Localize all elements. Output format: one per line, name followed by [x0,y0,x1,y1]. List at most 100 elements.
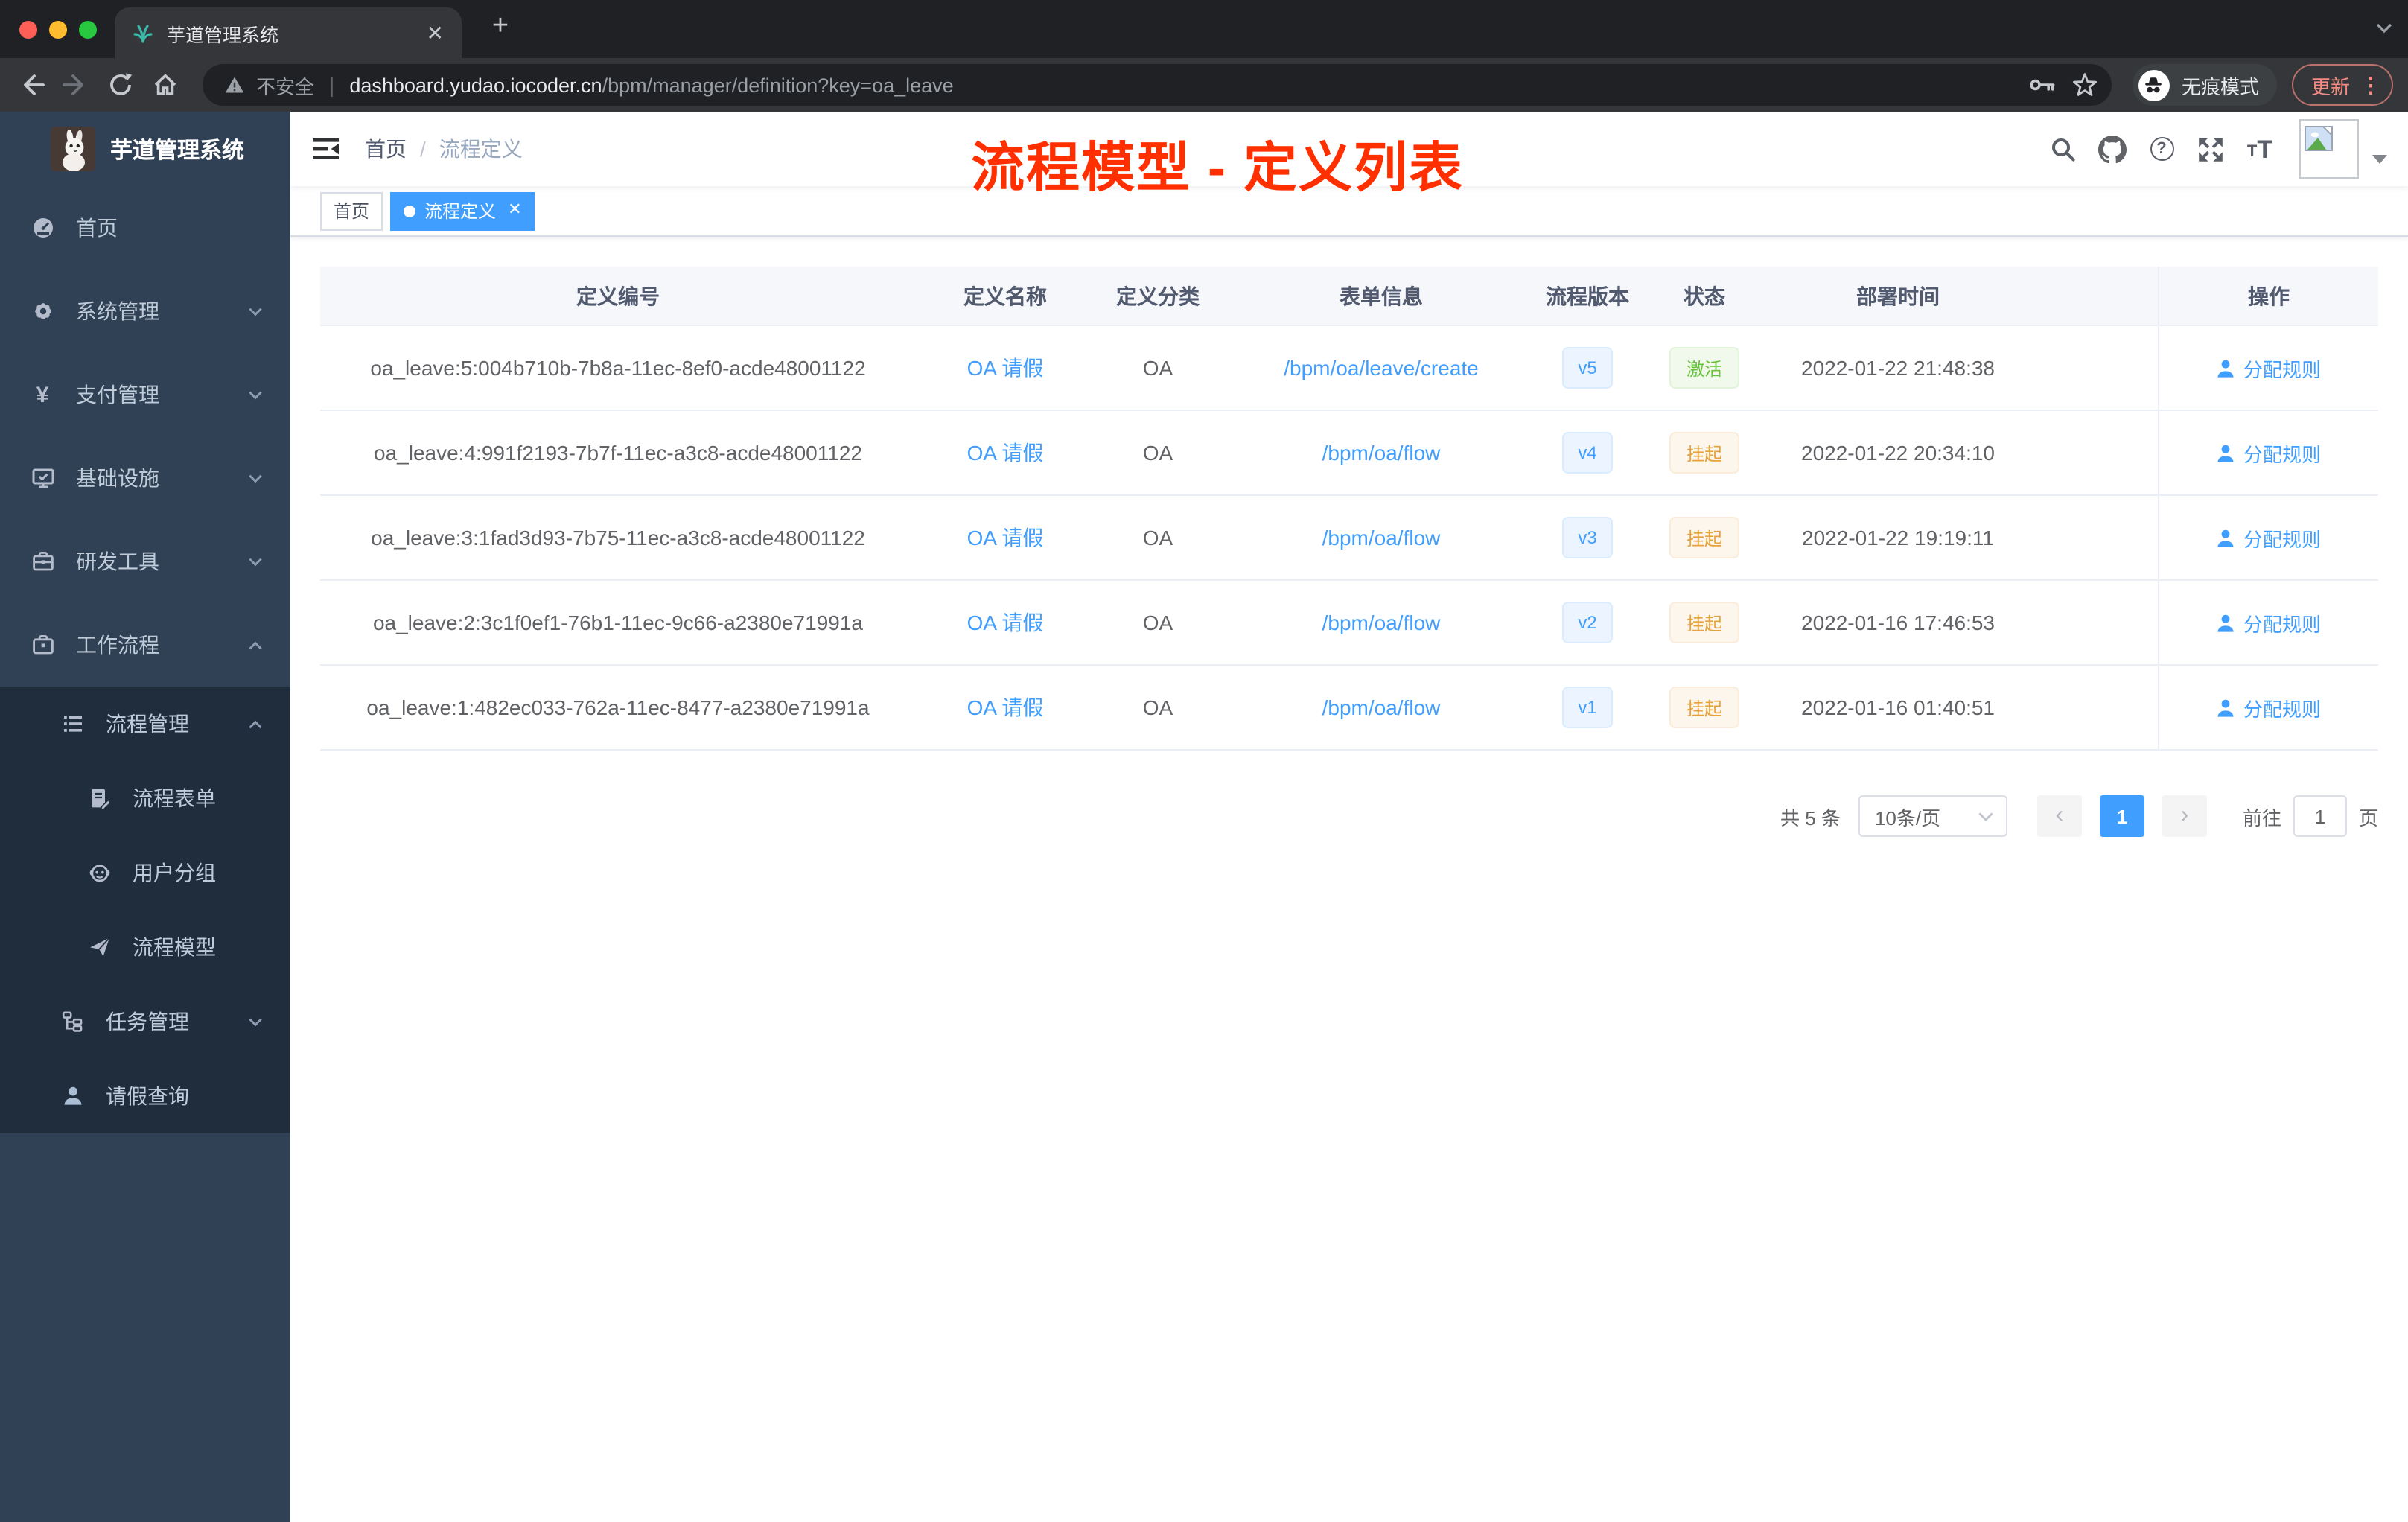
bookmark-star-icon[interactable] [2064,64,2106,106]
cell-deploy-time: 2022-01-16 01:40:51 [1801,695,1995,719]
tree-list-icon [60,712,85,736]
github-icon[interactable] [2088,112,2137,186]
assign-rule-button[interactable]: 分配规则 [2217,693,2321,722]
definition-name-link[interactable]: OA 请假 [967,692,1044,722]
sidebar-item-task-management[interactable]: 任务管理 [0,984,290,1059]
pagination-total: 共 5 条 [1780,806,1841,829]
update-label[interactable]: 更新 [2311,71,2350,99]
breadcrumb-separator: / [420,137,426,161]
breadcrumb: 首页 / 流程定义 [365,134,523,164]
browser-update-button[interactable]: 更新 ⋮ [2291,64,2393,106]
sidebar-item-user-group[interactable]: 用户分组 [0,835,290,910]
chevron-down-icon [247,303,264,319]
search-icon[interactable] [2039,112,2088,186]
browser-menu-dots-icon[interactable]: ⋮ [2360,72,2381,98]
zoom-window-button[interactable] [79,21,97,39]
url-path: /bpm/manager/definition?key=oa_leave [602,74,954,96]
tag-home[interactable]: 首页 [320,191,383,230]
tag-process-definition[interactable]: 流程定义 ✕ [390,191,535,230]
reload-icon[interactable] [98,63,143,107]
forward-icon[interactable] [54,63,98,107]
main-area: 首页 / 流程定义 ? TT 首页 流程定义 ✕ 定义编号 定义名称 定义分类 … [290,112,2408,1522]
new-tab-button[interactable]: + [482,10,518,43]
sidebar-item-process-management[interactable]: 流程管理 [0,687,290,761]
sidebar-item-system[interactable]: 系统管理 [0,270,290,353]
home-icon[interactable] [143,63,188,107]
table-row: oa_leave:5:004b710b-7b8a-11ec-8ef0-acde4… [320,326,2378,411]
sidebar-item-dev-tools[interactable]: 研发工具 [0,520,290,603]
form-link[interactable]: /bpm/oa/flow [1322,441,1441,465]
definition-name-link[interactable]: OA 请假 [967,608,1044,637]
dashboard-icon [30,216,55,240]
sidebar-item-payment[interactable]: ¥ 支付管理 [0,353,290,436]
form-link[interactable]: /bpm/oa/flow [1322,611,1441,634]
definition-name-link[interactable]: OA 请假 [967,523,1044,553]
sidebar-item-home[interactable]: 首页 [0,186,290,270]
status-tag: 挂起 [1669,602,1739,643]
robot-face-icon [86,861,112,885]
goto-page-input[interactable] [2293,795,2347,837]
breadcrumb-home[interactable]: 首页 [365,134,407,164]
definition-table: 定义编号 定义名称 定义分类 表单信息 流程版本 状态 部署时间 操作 oa_l… [320,267,2378,751]
col-header-category: 定义分类 [1116,284,1200,308]
assign-rule-button[interactable]: 分配规则 [2217,523,2321,552]
sidebar-logo[interactable]: 芋道管理系统 [0,112,290,186]
top-navbar: 首页 / 流程定义 ? TT [290,112,2408,186]
tab-close-icon[interactable]: ✕ [421,20,450,45]
form-link[interactable]: /bpm/oa/flow [1322,526,1441,550]
breadcrumb-current: 流程定义 [439,137,523,161]
prev-page-button[interactable]: ‹ [2036,795,2082,837]
status-tag: 挂起 [1669,432,1739,474]
url-separator: | [329,73,335,97]
current-page-button[interactable]: 1 [2099,795,2144,837]
address-bar[interactable]: 不安全 | dashboard.yudao.iocoder.cn/bpm/man… [203,64,2112,106]
col-header-deploy-time: 部署时间 [1856,284,1940,308]
tag-close-icon[interactable]: ✕ [508,202,521,219]
form-link[interactable]: /bpm/oa/leave/create [1284,356,1479,380]
workflow-submenu: 流程管理 流程表单 用户分组 流程模型 任务管理 请假查询 [0,687,290,1133]
form-link[interactable]: /bpm/oa/flow [1322,695,1441,719]
sidebar-item-workflow[interactable]: 工作流程 [0,603,290,687]
sidebar-item-process-form[interactable]: 流程表单 [0,761,290,835]
tab-search-icon[interactable] [2375,22,2393,34]
version-badge: v3 [1561,517,1614,558]
security-chip[interactable]: 不安全 [256,71,314,99]
sidebar-item-process-model[interactable]: 流程模型 [0,910,290,984]
cell-filler [2021,411,2158,494]
next-page-button[interactable]: › [2162,795,2207,837]
assign-rule-button[interactable]: 分配规则 [2217,439,2321,467]
key-icon[interactable] [2022,64,2064,106]
fullscreen-icon[interactable] [2186,112,2235,186]
sidebar-collapse-icon[interactable] [290,112,363,186]
definition-name-link[interactable]: OA 请假 [967,438,1044,468]
goto-unit: 页 [2358,806,2378,829]
screen: 芋道管理系统 ✕ + 不安全 | dashboard.yudao.iocoder… [0,0,2408,1522]
sidebar-item-infrastructure[interactable]: 基础设施 [0,436,290,520]
page-size-select[interactable]: 10条/页 [1858,795,2007,837]
assign-rule-button[interactable]: 分配规则 [2217,354,2321,382]
sidebar-menu: 首页 系统管理 ¥ 支付管理 基础设施 研发工具 工作流程 流程管理 流程表单 … [0,186,290,1133]
back-icon[interactable] [9,63,54,107]
help-icon[interactable]: ? [2137,112,2186,186]
assign-rule-button[interactable]: 分配规则 [2217,608,2321,637]
avatar-dropdown-caret-icon[interactable] [2372,155,2387,164]
assign-user-icon [2218,444,2235,462]
browser-tab[interactable]: 芋道管理系统 ✕ [115,7,462,58]
select-chevron-down-icon [1978,812,1993,821]
minimize-window-button[interactable] [49,21,67,39]
cell-definition-id: oa_leave:5:004b710b-7b8a-11ec-8ef0-acde4… [370,356,866,380]
cell-category: OA [1142,611,1173,634]
chevron-up-icon [247,637,264,653]
assign-user-icon [2218,359,2235,377]
cell-definition-id: oa_leave:1:482ec033-762a-11ec-8477-a2380… [366,695,870,719]
font-size-icon[interactable]: TT [2235,112,2284,186]
sidebar-item-leave-query[interactable]: 请假查询 [0,1059,290,1133]
close-window-button[interactable] [19,21,37,39]
navbar-right-menu: ? TT [2039,112,2408,186]
table-row: oa_leave:3:1fad3d93-7b75-11ec-a3c8-acde4… [320,496,2378,581]
rabbit-logo-image [51,127,95,171]
status-tag: 挂起 [1669,517,1739,558]
cell-deploy-time: 2022-01-22 21:48:38 [1801,356,1995,380]
definition-name-link[interactable]: OA 请假 [967,353,1044,383]
avatar[interactable] [2299,119,2359,179]
